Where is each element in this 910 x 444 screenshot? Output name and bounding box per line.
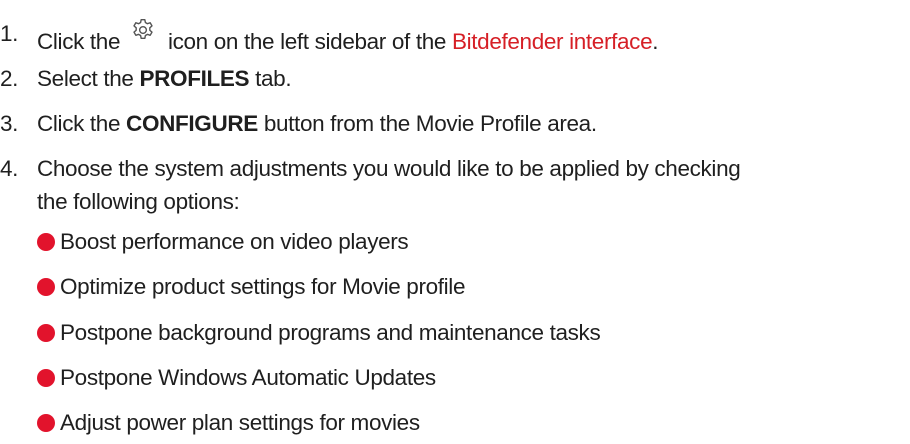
list-item: Adjust power plan settings for movies [37, 408, 420, 438]
list-item: Optimize product settings for Movie prof… [37, 272, 465, 302]
step-text: Choose the system adjustments you would … [0, 152, 905, 218]
option-label: Optimize product settings for Movie prof… [60, 274, 466, 299]
step-1-text-after: icon on the left sidebar of the [167, 29, 447, 54]
option-label: Postpone background programs and mainten… [60, 320, 601, 345]
step-3: 3. Click the CONFIGURE button from the M… [0, 107, 905, 140]
option-label: Adjust power plan settings for movies [60, 410, 420, 435]
step-text: Select the PROFILES tab. [0, 62, 905, 95]
configure-button-name: CONFIGURE [126, 111, 258, 136]
bitdefender-interface-link[interactable]: Bitdefender interface [452, 29, 653, 54]
step-2-text-before: Select the [37, 66, 134, 91]
profiles-tab-name: PROFILES [139, 66, 250, 91]
bullet-icon [37, 233, 55, 251]
list-item: Postpone Windows Automatic Updates [37, 363, 436, 393]
step-2: 2. Select the PROFILES tab. [0, 62, 905, 95]
step-number: 1. [0, 21, 19, 46]
step-4-line-1: Choose the system adjustments you would … [37, 156, 741, 181]
step-4: 4. Choose the system adjustments you wou… [0, 152, 905, 218]
step-1-period: . [652, 29, 659, 54]
step-3-text-after: button from the Movie Profile area. [263, 111, 597, 136]
bullet-icon [37, 414, 55, 432]
bullet-icon [37, 369, 55, 387]
option-label: Postpone Windows Automatic Updates [60, 365, 436, 390]
step-number: 3. [0, 111, 19, 136]
step-text: Click the CONFIGURE button from the Movi… [0, 107, 905, 140]
list-item: Boost performance on video players [37, 227, 409, 257]
step-number: 2. [0, 66, 19, 91]
step-1: 1. Click the icon on the left sidebar of… [0, 17, 905, 58]
bullet-icon [37, 324, 55, 342]
bullet-icon [37, 278, 55, 296]
step-4-line-2: the following options: [37, 189, 240, 214]
step-text: Click the icon on the left sidebar of th… [0, 17, 905, 58]
step-1-text-before: Click the [37, 29, 121, 54]
step-number: 4. [0, 156, 19, 181]
list-item: Postpone background programs and mainten… [37, 318, 601, 348]
step-3-text-before: Click the [37, 111, 121, 136]
gear-icon [133, 19, 153, 40]
step-2-text-after: tab. [255, 66, 292, 91]
option-label: Boost performance on video players [60, 229, 409, 254]
